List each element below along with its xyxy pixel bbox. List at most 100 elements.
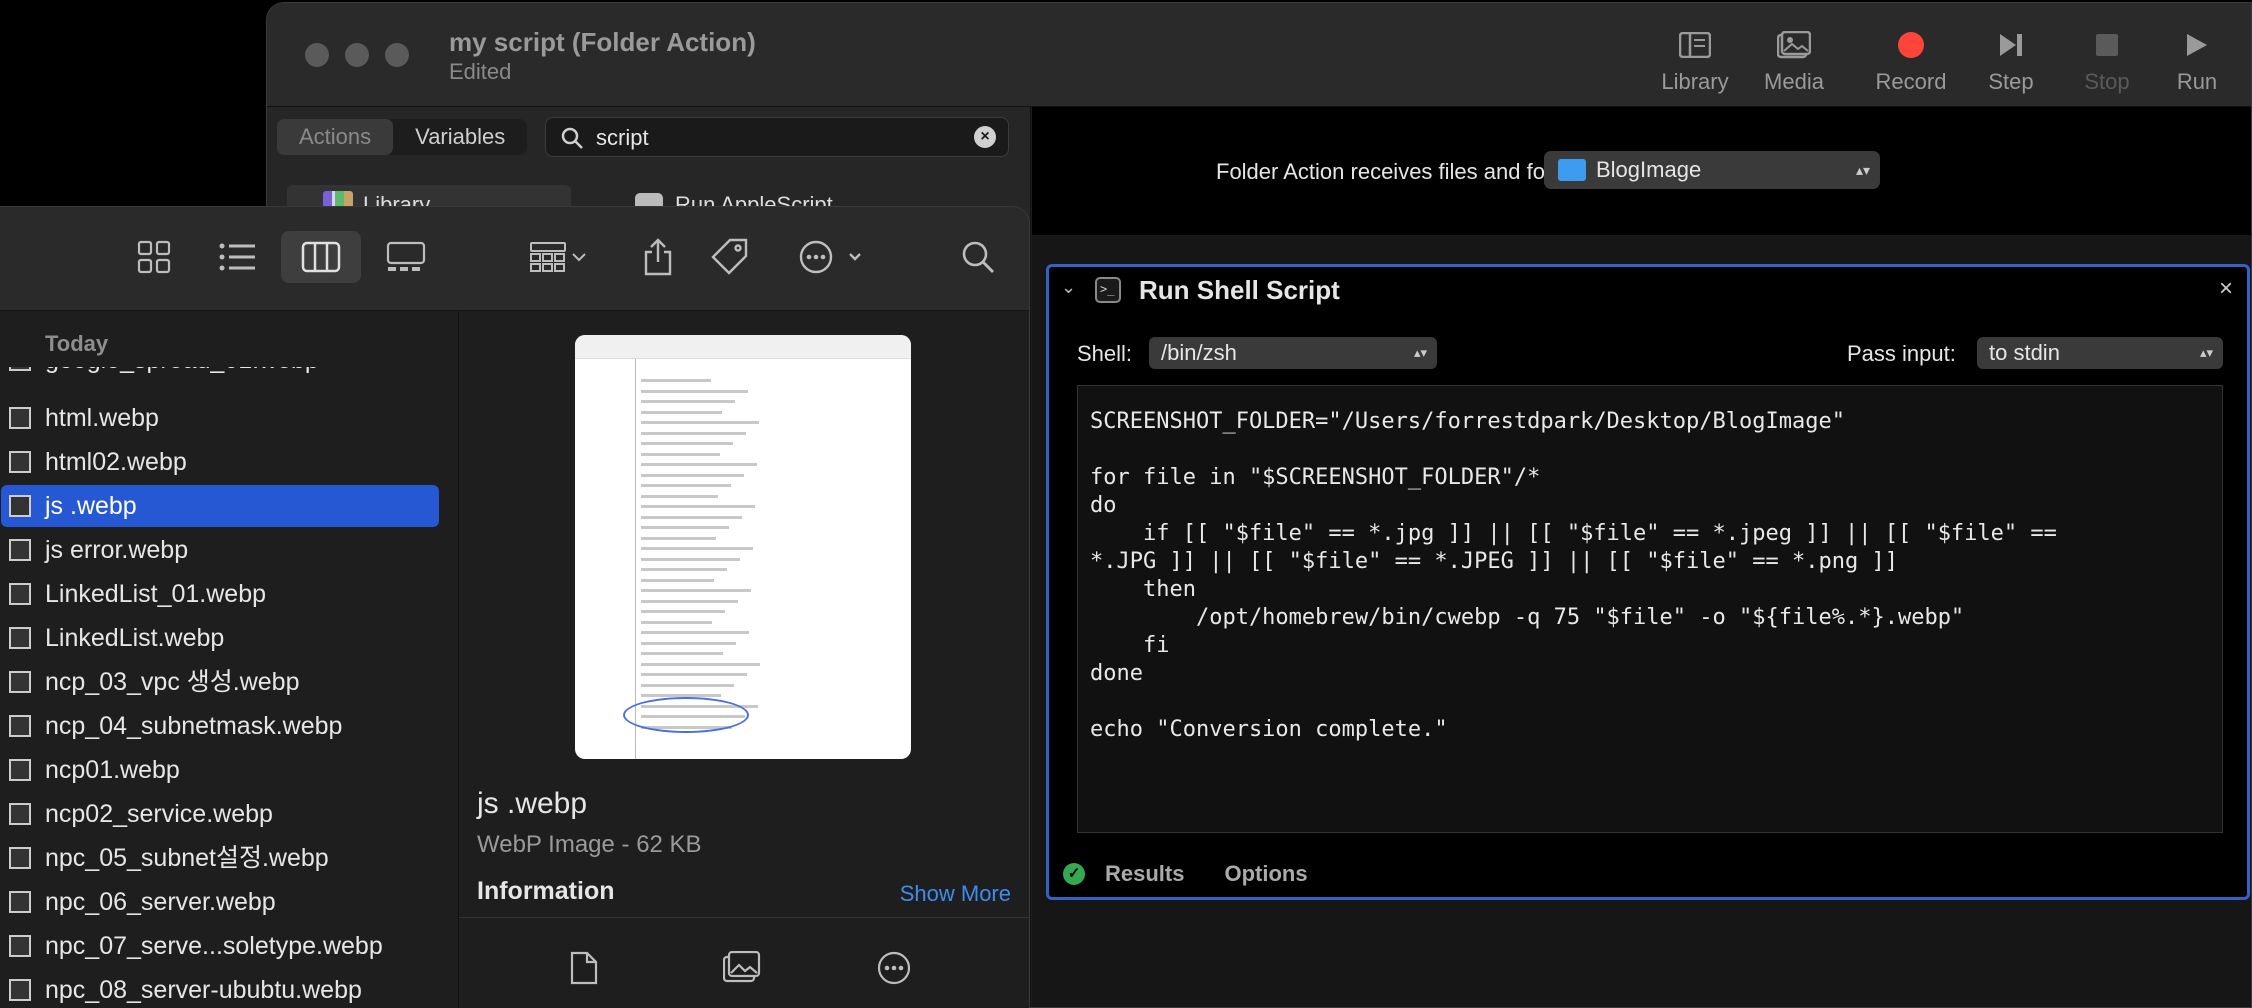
- checkmark-icon: ✓: [1063, 863, 1085, 885]
- image-file-icon: [9, 627, 31, 649]
- file-name: LinkedList.webp: [45, 624, 225, 652]
- pass-input-label: Pass input:: [1847, 341, 1956, 366]
- options-tab[interactable]: Options: [1224, 861, 1307, 887]
- share-button[interactable]: [633, 231, 683, 283]
- file-name: ncp_04_subnetmask.webp: [45, 712, 343, 740]
- folder-icon: [1558, 159, 1586, 181]
- shell-select[interactable]: /bin/zsh ▴▾: [1149, 337, 1437, 369]
- run-button[interactable]: Run: [2147, 25, 2247, 105]
- collapse-chevron-icon[interactable]: ⌄: [1061, 277, 1076, 298]
- zoom-window-button[interactable]: [385, 43, 409, 67]
- file-row[interactable]: html02.webp: [1, 441, 439, 483]
- terminal-icon: >_: [1095, 277, 1121, 303]
- group-by-button[interactable]: [519, 231, 599, 283]
- record-button[interactable]: Record: [1861, 25, 1961, 105]
- image-file-icon: [9, 715, 31, 737]
- file-row[interactable]: html.webp: [1, 397, 439, 439]
- gallery-icon: [386, 241, 426, 271]
- script-editor[interactable]: SCREENSHOT_FOLDER="/Users/forrestdpark/D…: [1077, 385, 2223, 833]
- search-input[interactable]: script: [596, 125, 649, 151]
- column-view-button[interactable]: [281, 231, 361, 283]
- chevron-updown-icon: ▴▾: [2199, 345, 2213, 360]
- file-row[interactable]: js .webp: [1, 485, 439, 527]
- media-button[interactable]: Media: [1744, 25, 1844, 105]
- group-icon: [530, 242, 586, 272]
- file-row[interactable]: ncp01.webp: [1, 749, 439, 791]
- close-window-button[interactable]: [305, 43, 329, 67]
- file-name: npc_07_serve...soletype.webp: [45, 932, 383, 960]
- window-subtitle: Edited: [449, 59, 512, 84]
- folder-action-target: BlogImage: [1596, 157, 1702, 182]
- tab-variables[interactable]: Variables: [393, 119, 527, 155]
- section-header: Today: [45, 331, 109, 356]
- clear-search-icon[interactable]: ×: [974, 126, 996, 148]
- more-actions-button[interactable]: [793, 231, 869, 283]
- file-row[interactable]: google_spread_01.webp: [1, 367, 439, 381]
- record-icon: [1898, 32, 1924, 58]
- grid-icon: [137, 240, 171, 274]
- file-row[interactable]: LinkedList_01.webp: [1, 573, 439, 615]
- search-icon: [561, 127, 583, 149]
- preview-thumbnail: [575, 335, 911, 759]
- folder-action-select[interactable]: BlogImage ▴▾: [1544, 151, 1880, 189]
- icon-view-button[interactable]: [123, 231, 185, 283]
- action-title: Run Shell Script: [1139, 275, 1340, 305]
- finder-window: Today google_spread_01.webp html.webp html…: [0, 206, 1030, 1008]
- image-file-icon: [9, 979, 31, 1001]
- minimize-window-button[interactable]: [345, 43, 369, 67]
- ellipsis-circle-icon: [799, 240, 861, 274]
- shell-value: /bin/zsh: [1161, 340, 1237, 365]
- photos-icon[interactable]: [723, 951, 761, 983]
- file-row[interactable]: npc_06_server.webp: [1, 881, 439, 923]
- file-name: html02.webp: [45, 448, 187, 476]
- automator-toolbar: my script (Folder Action) Edited Library…: [267, 3, 2251, 107]
- file-row[interactable]: ncp_04_subnetmask.webp: [1, 705, 439, 747]
- search-field[interactable]: script ×: [545, 117, 1009, 157]
- run-icon: [2187, 34, 2207, 56]
- results-tab[interactable]: Results: [1105, 861, 1184, 887]
- file-row[interactable]: LinkedList.webp: [1, 617, 439, 659]
- tags-button[interactable]: [705, 231, 755, 283]
- file-row[interactable]: ncp_03_vpc 생성.webp: [1, 661, 439, 703]
- action-footer: ✓ Results Options: [1063, 861, 1348, 887]
- file-row[interactable]: ncp02_service.webp: [1, 793, 439, 835]
- file-column: Today google_spread_01.webp html.webp html…: [0, 311, 459, 1008]
- pass-input-select[interactable]: to stdin ▴▾: [1977, 337, 2223, 369]
- step-icon: [2000, 34, 2022, 56]
- record-label: Record: [1875, 69, 1947, 94]
- file-name: ncp02_service.webp: [45, 800, 273, 828]
- image-file-icon: [9, 671, 31, 693]
- stop-label: Stop: [2084, 69, 2130, 94]
- file-row[interactable]: npc_07_serve...soletype.webp: [1, 925, 439, 967]
- image-file-icon: [9, 583, 31, 605]
- show-more-link[interactable]: Show More: [900, 881, 1011, 907]
- document-icon[interactable]: [569, 951, 599, 985]
- image-file-icon: [9, 407, 31, 429]
- image-file-icon: [9, 367, 31, 371]
- file-row[interactable]: npc_08_server-ububtu.webp: [1, 969, 439, 1008]
- ellipsis-circle-icon[interactable]: [877, 951, 911, 985]
- tab-actions[interactable]: Actions: [277, 119, 394, 155]
- search-button[interactable]: [953, 231, 1003, 283]
- step-button[interactable]: Step: [1961, 25, 2061, 105]
- media-icon: [1777, 31, 1811, 59]
- image-file-icon: [9, 495, 31, 517]
- list-view-button[interactable]: [207, 231, 269, 283]
- file-row[interactable]: npc_05_subnet설정.webp: [1, 837, 439, 879]
- file-list: google_spread_01.webp html.webp html02.web…: [0, 367, 459, 1008]
- library-button[interactable]: Library: [1645, 25, 1745, 105]
- file-row[interactable]: js error.webp: [1, 529, 439, 571]
- columns-icon: [301, 241, 341, 273]
- run-shell-script-action[interactable]: ⌄ >_ Run Shell Script × Shell: /bin/zsh …: [1046, 264, 2250, 900]
- file-name: npc_05_subnet설정.webp: [45, 844, 329, 872]
- chevron-updown-icon: ▴▾: [1413, 345, 1427, 360]
- gallery-view-button[interactable]: [375, 231, 437, 283]
- window-title: my script (Folder Action): [449, 27, 756, 57]
- information-heading: Information: [477, 877, 615, 905]
- close-icon[interactable]: ×: [2219, 275, 2233, 303]
- preview-pane: js .webp WebP Image - 62 KB Information …: [459, 311, 1029, 1008]
- file-name: npc_06_server.webp: [45, 888, 276, 916]
- file-name: js error.webp: [45, 536, 189, 564]
- image-file-icon: [9, 803, 31, 825]
- stop-button[interactable]: Stop: [2057, 25, 2157, 105]
